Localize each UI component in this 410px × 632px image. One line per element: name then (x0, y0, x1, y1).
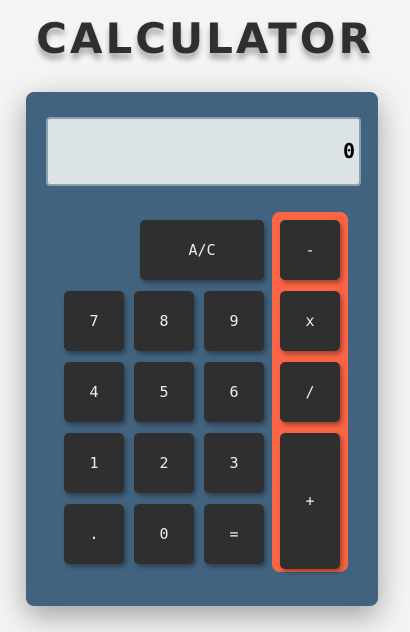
multiply-button[interactable]: x (280, 291, 340, 351)
five-button[interactable]: 5 (134, 362, 194, 422)
clear-button[interactable]: A/C (140, 220, 264, 280)
eight-button[interactable]: 8 (134, 291, 194, 351)
nine-button[interactable]: 9 (204, 291, 264, 351)
three-button[interactable]: 3 (204, 433, 264, 493)
four-button[interactable]: 4 (64, 362, 124, 422)
display: 0 (46, 117, 361, 186)
one-button[interactable]: 1 (64, 433, 124, 493)
seven-button[interactable]: 7 (64, 291, 124, 351)
divide-button[interactable]: / (280, 362, 340, 422)
zero-button[interactable]: 0 (134, 504, 194, 564)
calculator: 0 A/C - 7 8 9 x 4 5 6 / 1 2 3 + . 0 = (26, 92, 378, 606)
minus-button[interactable]: - (280, 220, 340, 280)
equals-button[interactable]: = (204, 504, 264, 564)
two-button[interactable]: 2 (134, 433, 194, 493)
plus-button[interactable]: + (280, 433, 340, 569)
page-title: CALCULATOR (36, 14, 374, 63)
decimal-button[interactable]: . (64, 504, 124, 564)
six-button[interactable]: 6 (204, 362, 264, 422)
